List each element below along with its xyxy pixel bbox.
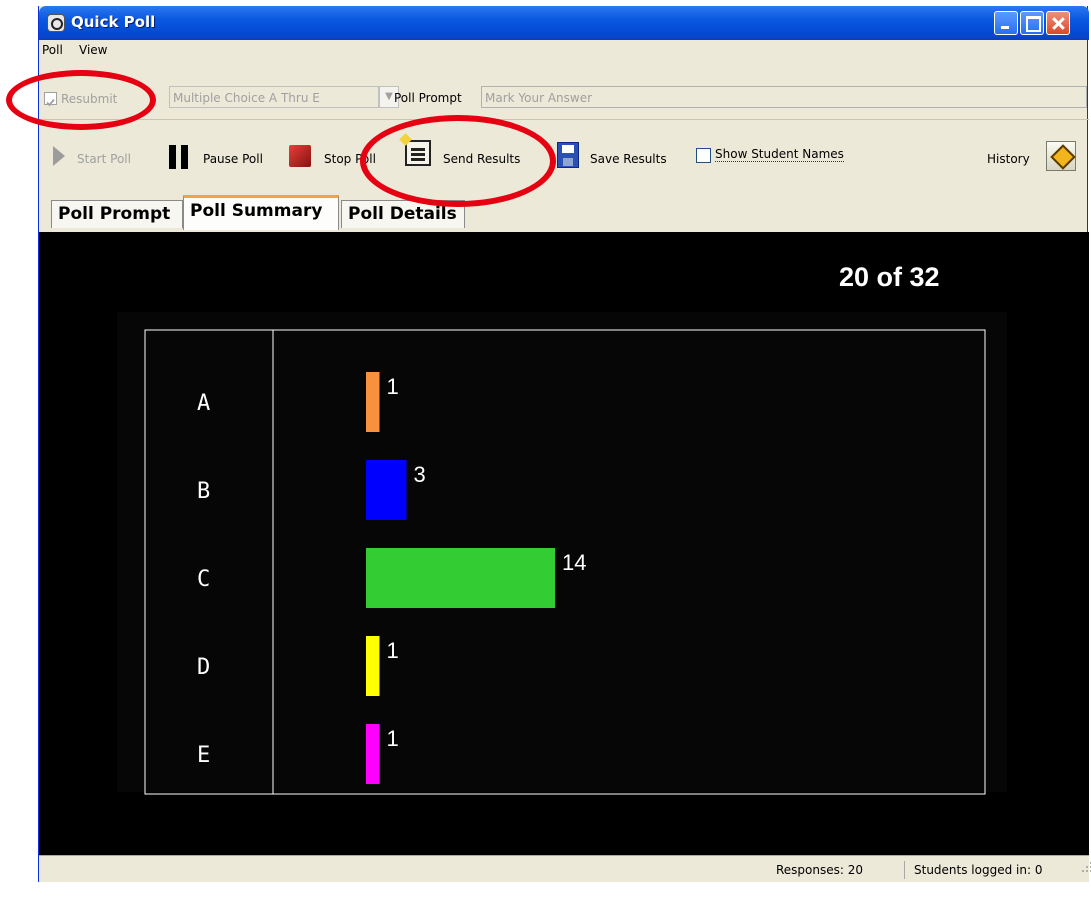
minimize-button[interactable] (994, 11, 1018, 35)
category-label: A (197, 391, 210, 416)
poll-results-chart: A 1 B 3 C 14 D 1 E 1 (117, 312, 1007, 795)
tab-poll-summary[interactable]: Poll Summary (183, 195, 339, 230)
stop-icon (289, 145, 311, 167)
status-bar: Responses: 20 Students logged in: 0 (39, 855, 1089, 882)
value-label: 1 (387, 374, 399, 399)
question-type-select[interactable]: Multiple Choice A Thru E (169, 86, 379, 108)
toolbar-divider (39, 119, 1089, 120)
resubmit-label: Resubmit (61, 92, 118, 106)
quick-poll-window: Quick Poll Poll View Resubmit Multiple C… (38, 6, 1091, 882)
value-label: 1 (387, 726, 399, 751)
result-bar (366, 372, 380, 432)
poll-prompt-input[interactable]: Mark Your Answer (481, 86, 1087, 108)
history-label: History (987, 152, 1030, 166)
stop-poll-button[interactable]: Stop Poll (324, 152, 376, 166)
send-results-icon (405, 140, 431, 166)
status-divider (904, 861, 905, 879)
result-bar (366, 548, 555, 608)
play-icon (53, 146, 65, 166)
category-label: D (197, 655, 210, 680)
maximize-button[interactable] (1020, 11, 1044, 35)
tab-poll-prompt[interactable]: Poll Prompt (51, 200, 183, 228)
value-label: 1 (387, 638, 399, 663)
menu-bar: Poll View (39, 40, 1089, 60)
show-student-names-checkbox[interactable] (696, 148, 711, 163)
app-icon (47, 14, 65, 32)
start-poll-button[interactable]: Start Poll (77, 152, 131, 166)
poll-prompt-placeholder: Mark Your Answer (485, 91, 593, 105)
pause-icon (169, 145, 191, 169)
response-count: 20 of 32 (839, 262, 940, 292)
save-results-button[interactable]: Save Results (590, 152, 667, 166)
send-results-button[interactable]: Send Results (443, 152, 520, 166)
responses-status: Responses: 20 (776, 863, 864, 877)
result-bar (366, 636, 380, 696)
menu-view[interactable]: View (79, 43, 107, 57)
resize-grip-icon[interactable] (1081, 861, 1091, 873)
show-student-names-label: Show Student Names (715, 147, 844, 162)
value-label: 3 (414, 462, 426, 487)
menu-poll[interactable]: Poll (42, 43, 63, 57)
poll-prompt-label: Poll Prompt (394, 91, 462, 105)
title-bar[interactable]: Quick Poll (39, 6, 1089, 40)
category-label: B (197, 479, 210, 504)
check-icon (46, 98, 55, 107)
result-bar (366, 460, 407, 520)
students-logged-in-status: Students logged in: 0 (914, 863, 1043, 877)
history-icon[interactable] (1046, 141, 1076, 171)
question-type-value: Multiple Choice A Thru E (173, 91, 320, 105)
resubmit-checkbox[interactable] (44, 92, 57, 107)
close-button[interactable] (1046, 11, 1070, 35)
category-label: C (197, 567, 210, 592)
window-title: Quick Poll (71, 13, 156, 31)
pause-poll-button[interactable]: Pause Poll (203, 152, 263, 166)
value-label: 14 (562, 550, 586, 575)
category-label: E (197, 743, 210, 768)
result-bar (366, 724, 380, 784)
tab-poll-details[interactable]: Poll Details (341, 200, 465, 228)
save-icon (557, 142, 579, 168)
